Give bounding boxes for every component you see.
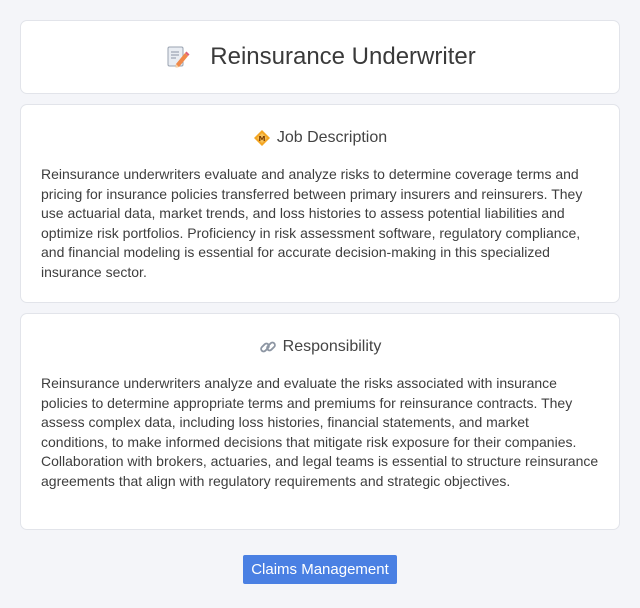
job-description-card: M Job Description Reinsurance underwrite…: [20, 104, 620, 303]
page-title: Reinsurance Underwriter: [210, 43, 476, 70]
responsibility-text: Reinsurance underwriters analyze and eva…: [41, 375, 599, 489]
responsibility-header: Responsibility: [41, 336, 599, 358]
title-card: Reinsurance Underwriter: [20, 20, 620, 94]
responsibility-card: Responsibility Reinsurance underwriters …: [20, 313, 620, 530]
job-description-header: M Job Description: [41, 127, 599, 149]
link-icon: [259, 338, 277, 356]
diamond-badge-icon: M: [253, 129, 271, 147]
svg-text:M: M: [258, 135, 265, 143]
section-title: Responsibility: [282, 338, 382, 355]
section-title: Job Description: [276, 129, 388, 146]
document-pencil-icon: [164, 44, 190, 70]
job-description-text: Reinsurance underwriters evaluate and an…: [41, 166, 583, 280]
tag-container: Claims Management: [0, 555, 640, 584]
claims-management-tag[interactable]: Claims Management: [243, 555, 397, 584]
